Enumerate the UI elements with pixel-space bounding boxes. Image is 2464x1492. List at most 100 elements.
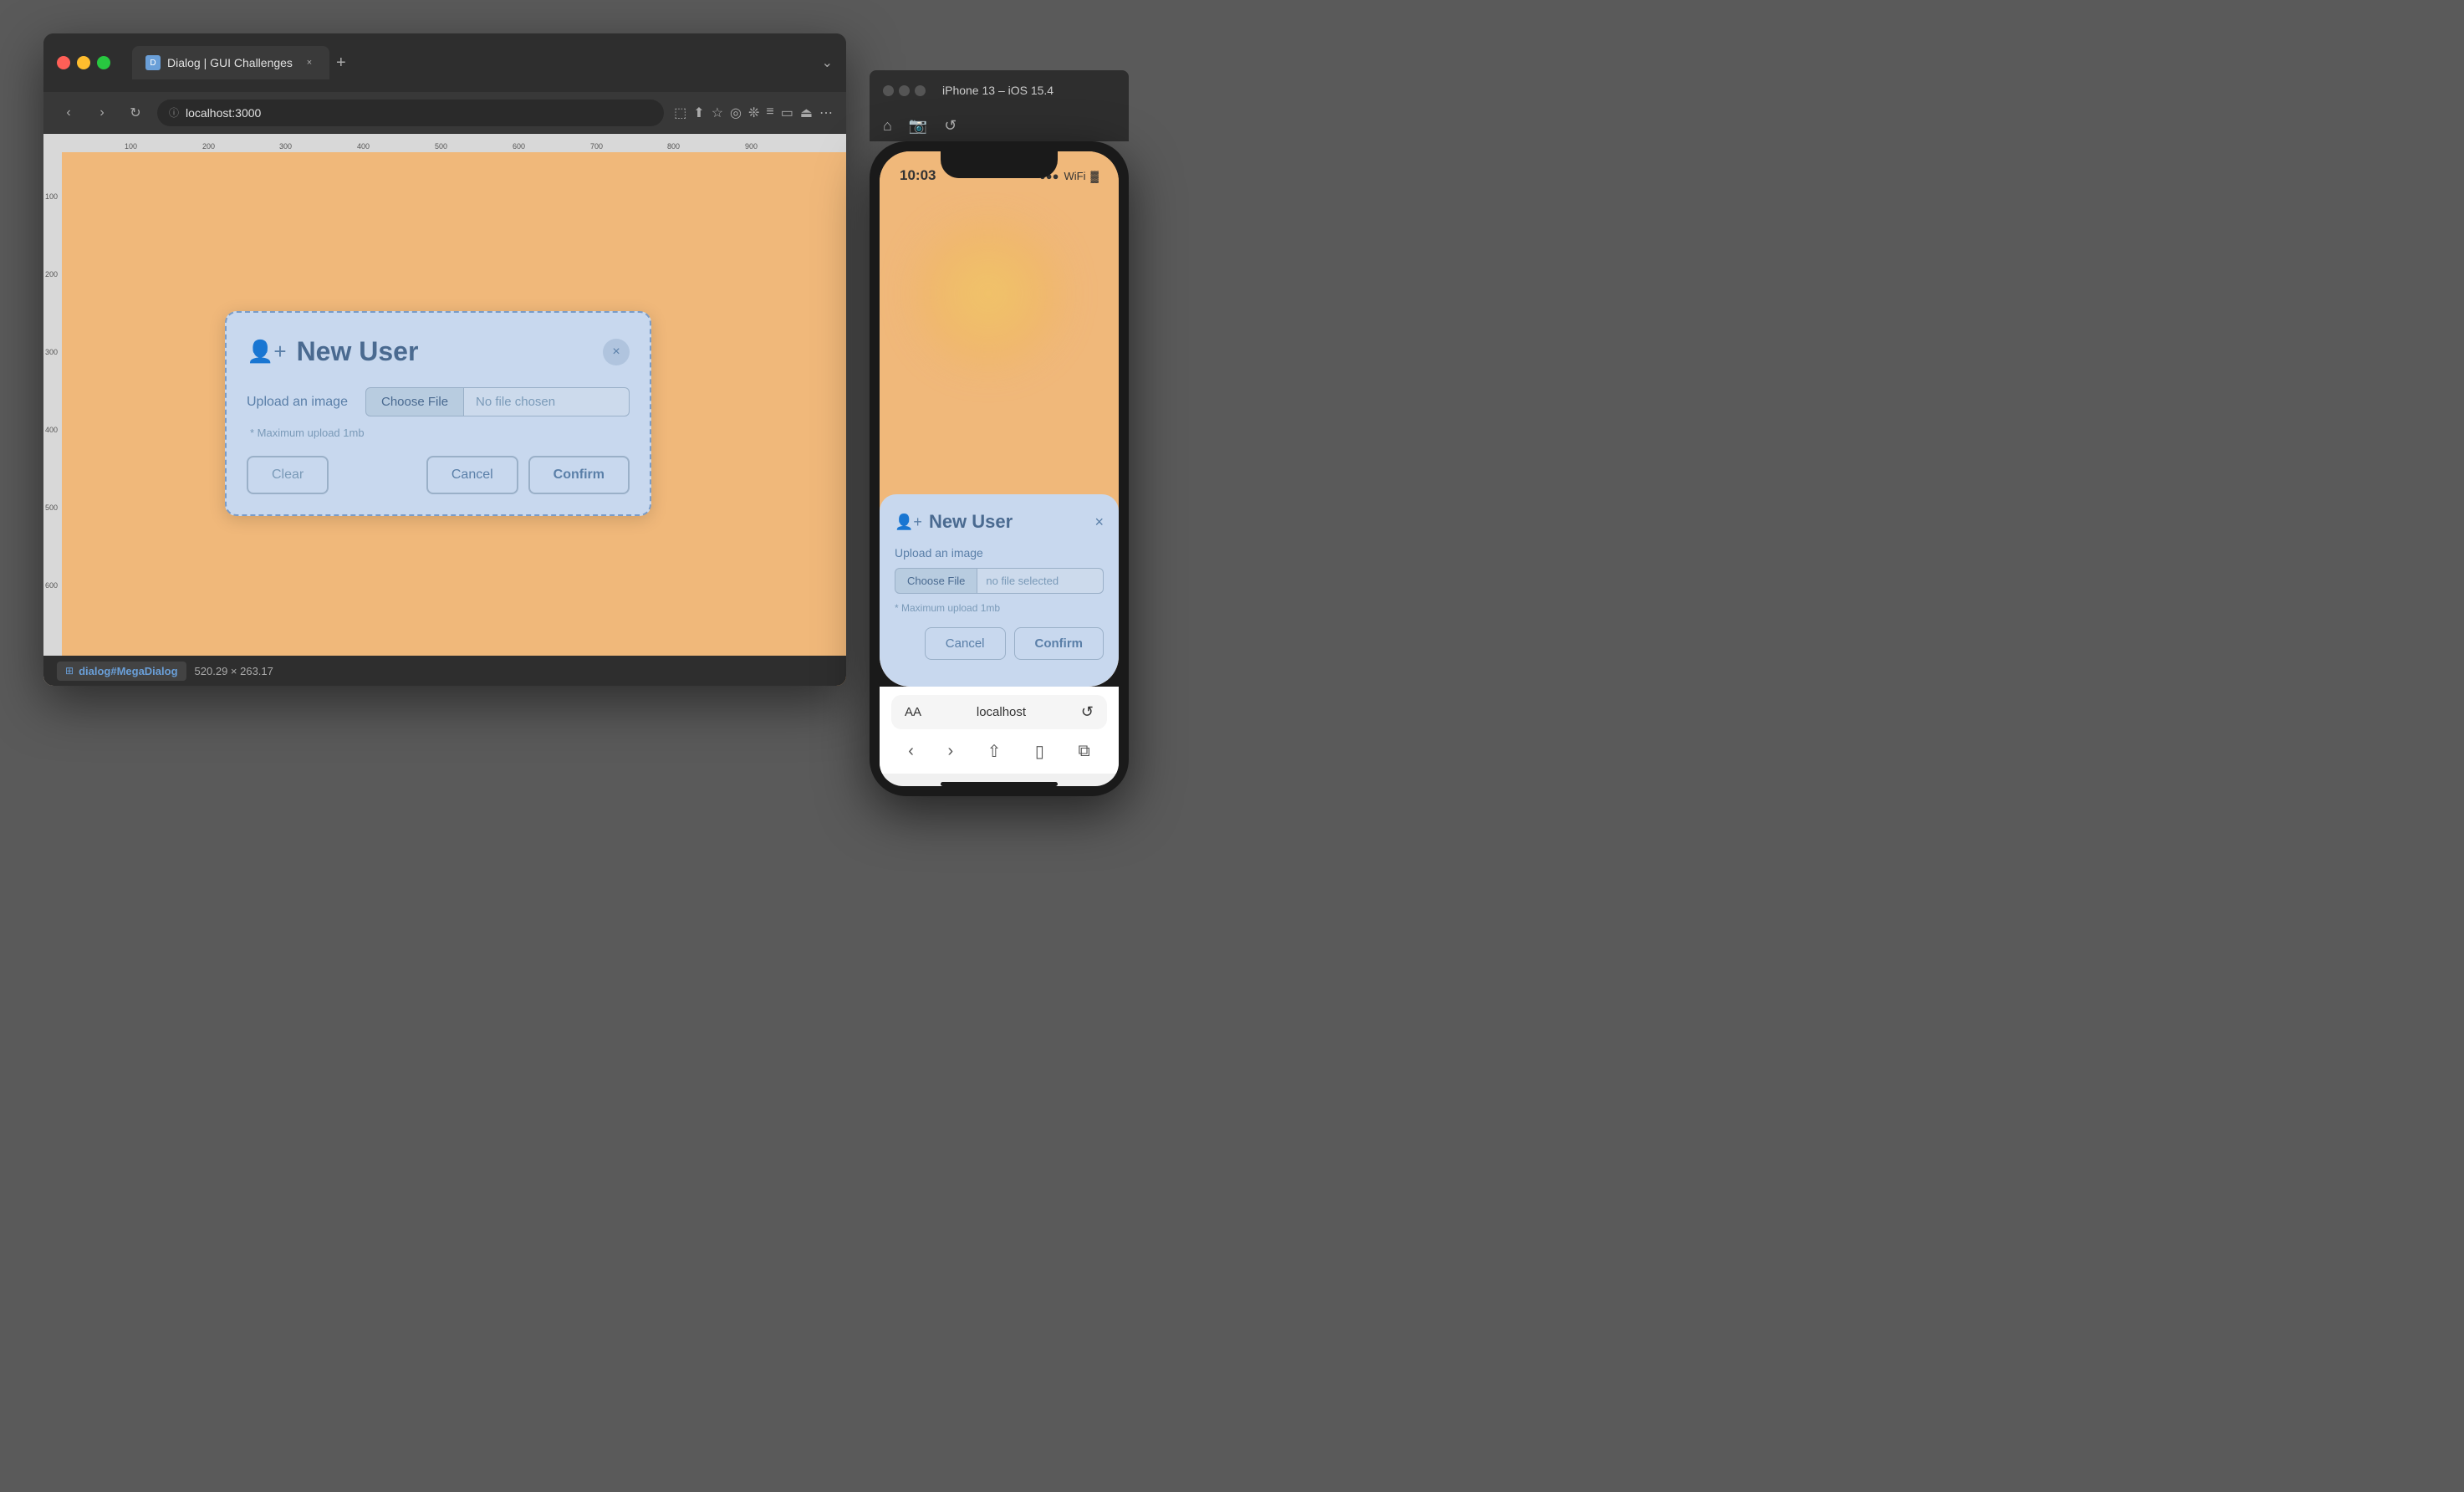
- ruler-mark-400: 400: [357, 142, 370, 151]
- more-icon[interactable]: ⋯: [819, 105, 833, 121]
- iphone-refresh-button[interactable]: ↺: [1081, 703, 1094, 721]
- clear-button[interactable]: Clear: [247, 456, 329, 494]
- iphone-url-section: AA localhost ↺ ‹ › ⇧ ▯ ⧉: [880, 687, 1119, 774]
- traffic-light-red[interactable]: [57, 56, 70, 69]
- nav-back-button[interactable]: ‹: [57, 101, 80, 125]
- new-tab-button[interactable]: +: [336, 54, 346, 73]
- button-group: Cancel Confirm: [426, 456, 630, 494]
- browser-window: D Dialog | GUI Challenges × + ⌄ ‹ › ↻ ⓘ …: [43, 33, 846, 686]
- iphone-user-add-icon: 👤+: [895, 514, 922, 531]
- responsive-icon[interactable]: ▭: [781, 105, 793, 121]
- share-icon[interactable]: ⬆: [693, 105, 704, 121]
- dialog-footer: Clear Cancel Confirm: [247, 456, 630, 494]
- iphone-nav-back[interactable]: ‹: [908, 742, 914, 761]
- cast-icon[interactable]: ⏏: [800, 105, 813, 121]
- ruler-mark-700: 700: [590, 142, 603, 151]
- iphone-no-file-text: no file selected: [977, 568, 1104, 594]
- iphone-dialog-footer: Cancel Confirm: [895, 627, 1104, 660]
- ruler-mark-100: 100: [125, 142, 137, 151]
- iphone-cancel-button[interactable]: Cancel: [925, 627, 1006, 660]
- bookmark-icon[interactable]: ☆: [712, 105, 723, 121]
- sim-home-icon[interactable]: ⌂: [883, 117, 892, 135]
- browser-statusbar: ⊞ dialog#MegaDialog 520.29 × 263.17: [43, 656, 846, 686]
- ruler-mark-900: 900: [745, 142, 758, 151]
- dialog-title: New User: [297, 336, 419, 367]
- iphone-tl-2[interactable]: [899, 85, 910, 96]
- nav-forward-button[interactable]: ›: [90, 101, 114, 125]
- iphone-home-indicator: [941, 782, 1058, 786]
- ruler-mark-800: 800: [667, 142, 680, 151]
- iphone-confirm-button[interactable]: Confirm: [1014, 627, 1104, 660]
- cancel-button[interactable]: Cancel: [426, 456, 518, 494]
- iphone-nav-share[interactable]: ⇧: [987, 741, 1002, 762]
- toolbar-actions: ⬚ ⬆ ☆ ◎ ❊ ≡ ▭ ⏏ ⋯: [674, 105, 833, 121]
- ruler-corner: [43, 134, 62, 152]
- no-file-text: No file chosen: [464, 387, 630, 416]
- ruler-mark-v100: 100: [45, 192, 58, 201]
- ruler-top: 100 200 300 400 500 600 700 800 900: [62, 134, 846, 152]
- iphone-notch: [941, 151, 1058, 178]
- iphone-screen: 10:03 ●●● WiFi ▓ 👤+ New User ×: [880, 151, 1119, 687]
- iphone-dialog-title: New User: [929, 511, 1013, 533]
- iphone-tl-3[interactable]: [915, 85, 926, 96]
- browser-toolbar: ‹ › ↻ ⓘ localhost:3000 ⬚ ⬆ ☆ ◎ ❊ ≡ ▭ ⏏ ⋯: [43, 92, 846, 134]
- address-bar[interactable]: ⓘ localhost:3000: [157, 100, 664, 126]
- active-tab[interactable]: D Dialog | GUI Challenges ×: [132, 46, 329, 79]
- open-external-icon[interactable]: ⬚: [674, 105, 686, 121]
- status-badge-text: dialog#MegaDialog: [79, 665, 177, 677]
- iphone-nav-forward[interactable]: ›: [947, 742, 953, 761]
- dialog-close-button[interactable]: ×: [603, 339, 630, 365]
- iphone-simulator: iPhone 13 – iOS 15.4 ⌂ 📷 ↺ 10:03 ●●● WiF…: [870, 70, 1129, 796]
- upload-hint: * Maximum upload 1mb: [250, 427, 630, 439]
- iphone-upload-hint: * Maximum upload 1mb: [895, 602, 1104, 614]
- ruler-mark-500: 500: [435, 142, 447, 151]
- iphone-file-row: Choose File no file selected: [895, 568, 1104, 594]
- status-dimensions: 520.29 × 263.17: [195, 665, 273, 677]
- address-lock-icon: ⓘ: [169, 105, 179, 120]
- iphone-upload-label: Upload an image: [895, 546, 1104, 560]
- page-content: 👤+ New User × Upload an image Choose Fil…: [62, 152, 846, 686]
- tab-title: Dialog | GUI Challenges: [167, 56, 293, 69]
- extensions-icon[interactable]: ❊: [748, 105, 759, 121]
- nav-refresh-button[interactable]: ↻: [124, 101, 147, 125]
- file-input-group: Choose File No file chosen: [365, 387, 630, 416]
- user-add-icon: 👤+: [247, 339, 287, 365]
- shield-icon[interactable]: ◎: [730, 105, 742, 121]
- iphone-nav-bookmarks[interactable]: ▯: [1035, 741, 1044, 762]
- iphone-dialog-title-group: 👤+ New User: [895, 511, 1013, 533]
- sim-rotate-icon[interactable]: ↺: [944, 117, 957, 135]
- traffic-light-green[interactable]: [97, 56, 110, 69]
- sim-photo-icon[interactable]: 📷: [909, 117, 927, 135]
- iphone-device: 10:03 ●●● WiFi ▓ 👤+ New User ×: [870, 141, 1129, 796]
- iphone-nav-tabs[interactable]: ⧉: [1078, 742, 1089, 761]
- iphone-titlebar: iPhone 13 – iOS 15.4: [870, 70, 1129, 110]
- window-chevron[interactable]: ⌄: [822, 54, 833, 71]
- iphone-tl-1[interactable]: [883, 85, 894, 96]
- ruler-mark-200: 200: [202, 142, 215, 151]
- ruler-mark-v400: 400: [45, 426, 58, 434]
- iphone-nav-bar: ‹ › ⇧ ▯ ⧉: [891, 738, 1107, 765]
- iphone-window-title: iPhone 13 – iOS 15.4: [942, 84, 1053, 97]
- ruler-mark-v300: 300: [45, 348, 58, 356]
- confirm-button[interactable]: Confirm: [528, 456, 630, 494]
- ruler-mark-v600: 600: [45, 581, 58, 590]
- ruler-mark-v500: 500: [45, 503, 58, 512]
- iphone-close-button[interactable]: ×: [1094, 514, 1104, 531]
- main-dialog: 👤+ New User × Upload an image Choose Fil…: [225, 311, 651, 516]
- choose-file-button[interactable]: Choose File: [365, 387, 464, 416]
- traffic-light-yellow[interactable]: [77, 56, 90, 69]
- dialog-header: 👤+ New User ×: [247, 336, 630, 367]
- iphone-battery-icon: ▓: [1091, 170, 1099, 182]
- tab-close-button[interactable]: ×: [303, 56, 316, 69]
- upload-row: Upload an image Choose File No file chos…: [247, 387, 630, 416]
- ruler-mark-300: 300: [279, 142, 292, 151]
- browser-titlebar: D Dialog | GUI Challenges × + ⌄: [43, 33, 846, 92]
- ruler-mark-v200: 200: [45, 270, 58, 278]
- iphone-choose-file-button[interactable]: Choose File: [895, 568, 977, 594]
- dialog-title-group: 👤+ New User: [247, 336, 418, 367]
- iphone-url-aa: AA: [905, 705, 921, 719]
- reader-icon[interactable]: ≡: [766, 105, 773, 121]
- status-grid-icon: ⊞: [65, 665, 74, 677]
- iphone-url-bar[interactable]: AA localhost ↺: [891, 695, 1107, 729]
- status-badge: ⊞ dialog#MegaDialog: [57, 662, 186, 681]
